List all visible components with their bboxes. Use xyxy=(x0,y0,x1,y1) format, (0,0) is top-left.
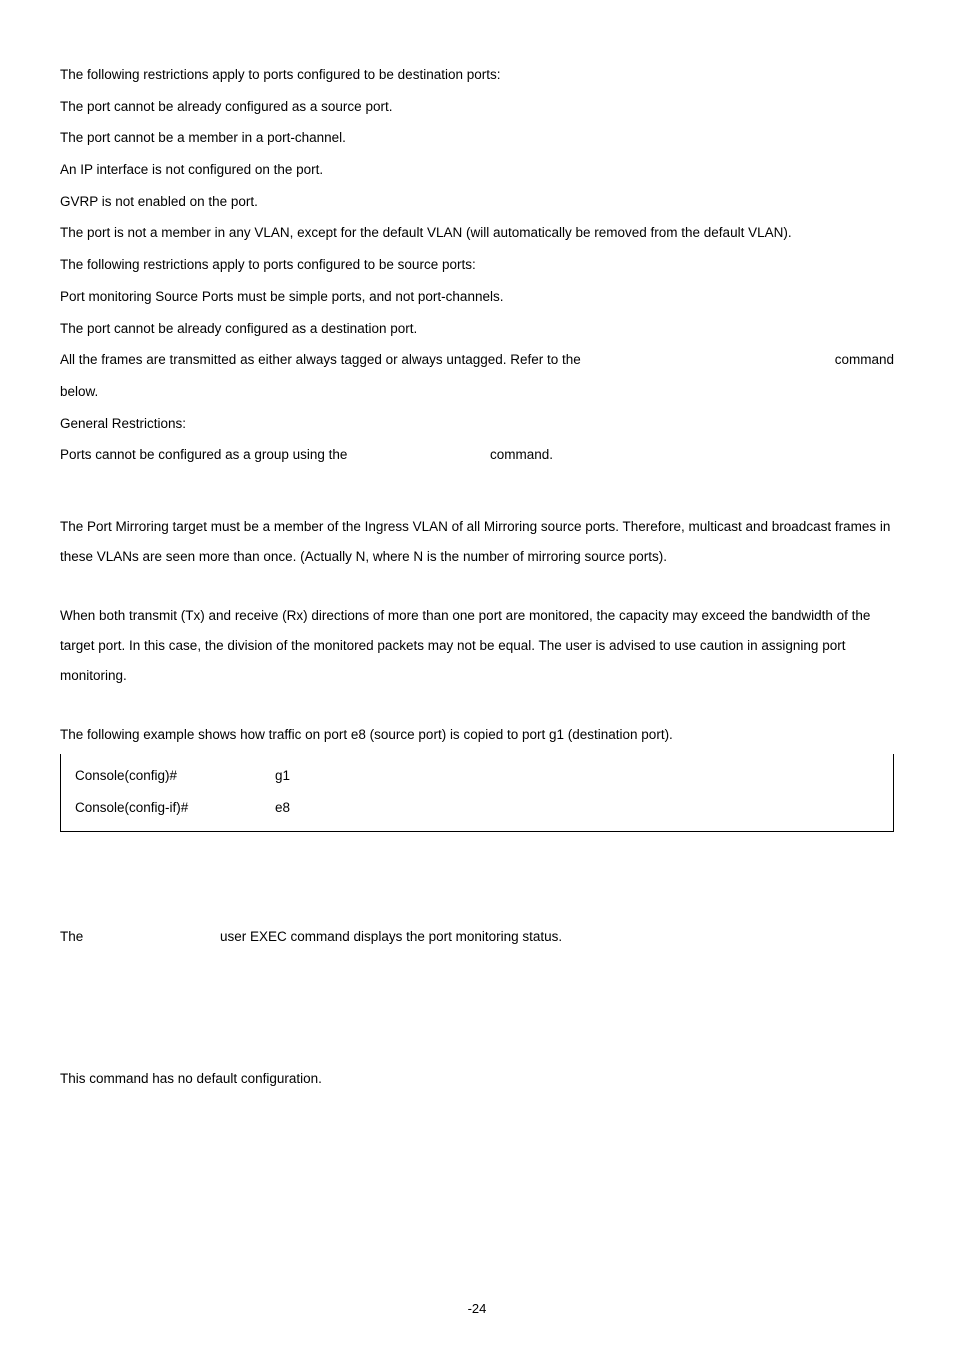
code-argument: e8 xyxy=(275,792,879,824)
paragraph-split: Ports cannot be configured as a group us… xyxy=(60,440,894,470)
code-row: Console(config-if)# e8 xyxy=(75,792,879,824)
paragraph: The following restrictions apply to port… xyxy=(60,250,894,280)
paragraph: below. xyxy=(60,377,894,407)
paragraph: When both transmit (Tx) and receive (Rx)… xyxy=(60,601,894,690)
document-body: The following restrictions apply to port… xyxy=(60,60,894,1093)
code-prompt: Console(config-if)# xyxy=(75,792,275,824)
paragraph: GVRP is not enabled on the port. xyxy=(60,187,894,217)
code-row: Console(config)# g1 xyxy=(75,760,879,792)
paragraph: The Port Mirroring target must be a memb… xyxy=(60,512,894,571)
paragraph: The port cannot be already configured as… xyxy=(60,314,894,344)
paragraph: Port monitoring Source Ports must be sim… xyxy=(60,282,894,312)
paragraph-text: Ports cannot be configured as a group us… xyxy=(60,440,490,470)
paragraph: The port is not a member in any VLAN, ex… xyxy=(60,218,894,248)
paragraph-text: The xyxy=(60,922,220,952)
paragraph-text: user EXEC command displays the port moni… xyxy=(220,922,562,952)
paragraph-split: All the frames are transmitted as either… xyxy=(60,345,894,375)
paragraph: This command has no default configuratio… xyxy=(60,1064,894,1094)
code-argument: g1 xyxy=(275,760,879,792)
paragraph: The following restrictions apply to port… xyxy=(60,60,894,90)
paragraph-split: The user EXEC command displays the port … xyxy=(60,922,894,952)
paragraph-text: All the frames are transmitted as either… xyxy=(60,345,835,375)
page-number: -24 xyxy=(0,1295,954,1324)
paragraph: An IP interface is not configured on the… xyxy=(60,155,894,185)
paragraph-text: command. xyxy=(490,440,553,470)
paragraph: The port cannot be a member in a port-ch… xyxy=(60,123,894,153)
paragraph: General Restrictions: xyxy=(60,409,894,439)
paragraph-text: command xyxy=(835,345,894,375)
code-prompt: Console(config)# xyxy=(75,760,275,792)
paragraph: The port cannot be already configured as… xyxy=(60,92,894,122)
code-example-block: Console(config)# g1 Console(config-if)# … xyxy=(60,754,894,832)
paragraph: The following example shows how traffic … xyxy=(60,720,894,750)
